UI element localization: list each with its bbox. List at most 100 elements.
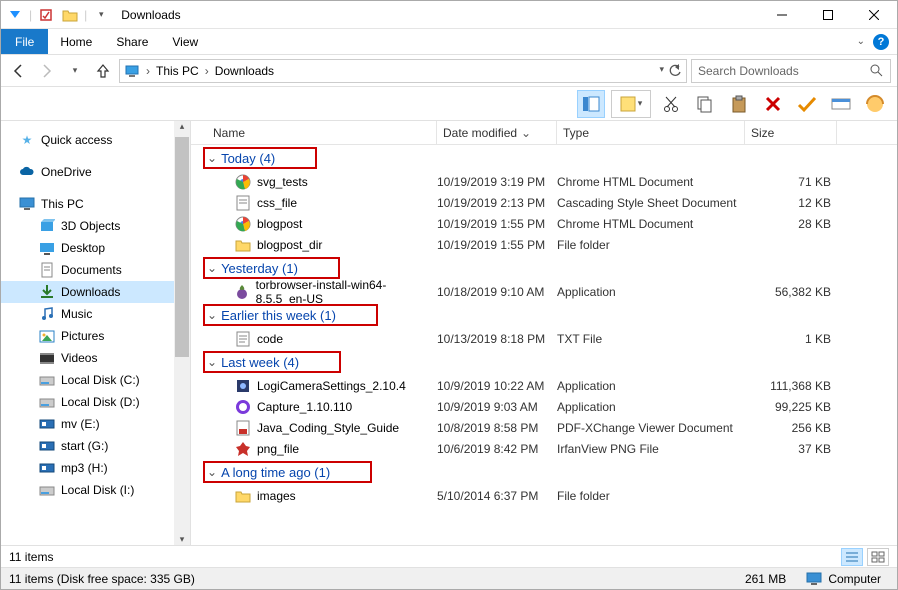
file-row[interactable]: images5/10/2014 6:37 PMFile folder [191, 485, 897, 506]
file-icon [235, 399, 251, 415]
scrollbar-thumb[interactable] [175, 137, 189, 357]
properties-icon[interactable] [827, 90, 855, 118]
file-row[interactable]: css_file10/19/2019 2:13 PMCascading Styl… [191, 192, 897, 213]
file-name: svg_tests [257, 175, 308, 189]
column-type[interactable]: Type [557, 121, 745, 144]
sidebar-item[interactable]: Documents [1, 259, 190, 281]
file-icon [235, 216, 251, 232]
sidebar-item[interactable]: start (G:) [1, 435, 190, 457]
search-icon[interactable] [870, 64, 884, 78]
breadcrumb-sep-icon-2[interactable] [203, 64, 211, 78]
minimize-button[interactable] [759, 1, 805, 29]
file-icon [235, 284, 250, 300]
nav-recent-button[interactable]: ▾ [63, 59, 87, 83]
sidebar-item[interactable]: Local Disk (C:) [1, 369, 190, 391]
tree-item-icon [39, 328, 55, 344]
file-type: Application [557, 285, 745, 299]
group-header[interactable]: ⌄Yesterday (1) [203, 257, 340, 279]
tree-item-label: Desktop [61, 241, 105, 255]
group-header[interactable]: ⌄Today (4) [203, 147, 317, 169]
tree-item-label: Local Disk (I:) [61, 483, 134, 497]
column-name[interactable]: Name [207, 121, 437, 144]
column-size[interactable]: Size [745, 121, 837, 144]
file-size: 37 KB [745, 442, 837, 456]
tree-item-label: mv (E:) [61, 417, 100, 431]
nav-back-button[interactable] [7, 59, 31, 83]
file-rows-container[interactable]: ⌄Today (4)svg_tests10/19/2019 3:19 PMChr… [191, 145, 897, 545]
tab-home[interactable]: Home [48, 29, 104, 54]
address-bar-pc-icon [124, 64, 140, 78]
qat-customize-icon[interactable]: ▾ [91, 5, 111, 25]
address-dropdown-icon[interactable]: ▾ [659, 64, 664, 78]
delete-icon[interactable] [759, 90, 787, 118]
copy-icon[interactable] [691, 90, 719, 118]
sidebar-item[interactable]: Music [1, 303, 190, 325]
navigation-tree[interactable]: ▴ ▾ ★ Quick access OneDrive This PC 3D O… [1, 121, 191, 545]
tree-quick-access[interactable]: ★ Quick access [1, 129, 190, 151]
sidebar-item[interactable]: Local Disk (D:) [1, 391, 190, 413]
group-header[interactable]: ⌄A long time ago (1) [203, 461, 372, 483]
column-date[interactable]: Date modified⌄ [437, 121, 557, 144]
file-row[interactable]: svg_tests10/19/2019 3:19 PMChrome HTML D… [191, 171, 897, 192]
sidebar-scrollbar[interactable]: ▴ ▾ [174, 121, 190, 545]
tab-share[interactable]: Share [104, 29, 160, 54]
sidebar-item[interactable]: Local Disk (I:) [1, 479, 190, 501]
sidebar-item[interactable]: Desktop [1, 237, 190, 259]
file-type: Cascading Style Sheet Document [557, 196, 745, 210]
search-input[interactable]: Search Downloads [691, 59, 891, 83]
cut-icon[interactable] [657, 90, 685, 118]
file-name: blogpost_dir [257, 238, 322, 252]
breadcrumb-sep-icon[interactable] [144, 64, 152, 78]
file-row[interactable]: Java_Coding_Style_Guide10/8/2019 8:58 PM… [191, 417, 897, 438]
group-header[interactable]: ⌄Last week (4) [203, 351, 341, 373]
navigation-bar: ▾ This PC Downloads ▾ Search Downloads [1, 55, 897, 87]
file-row[interactable]: code10/13/2019 8:18 PMTXT File1 KB [191, 328, 897, 349]
file-row[interactable]: png_file10/6/2019 8:42 PMIrfanView PNG F… [191, 438, 897, 459]
qat-folder-icon[interactable] [60, 5, 80, 25]
paste-icon[interactable] [725, 90, 753, 118]
tree-this-pc[interactable]: This PC [1, 193, 190, 215]
nav-forward-button[interactable] [35, 59, 59, 83]
help-icon[interactable]: ? [873, 34, 889, 50]
file-row[interactable]: Capture_1.10.11010/9/2019 9:03 AMApplica… [191, 396, 897, 417]
tree-item-label: Downloads [61, 285, 120, 299]
view-thumbnails-button[interactable] [867, 548, 889, 566]
breadcrumb-this-pc[interactable]: This PC [156, 64, 199, 78]
file-date: 10/6/2019 8:42 PM [437, 442, 557, 456]
ribbon-expand-icon[interactable]: ⌄ [857, 36, 865, 47]
sidebar-item[interactable]: mp3 (H:) [1, 457, 190, 479]
breadcrumb-downloads[interactable]: Downloads [215, 64, 274, 78]
file-date: 10/19/2019 3:19 PM [437, 175, 557, 189]
view-details-button[interactable] [841, 548, 863, 566]
file-size: 256 KB [745, 421, 837, 435]
sidebar-item[interactable]: 3D Objects [1, 215, 190, 237]
view-mode-button[interactable] [577, 90, 605, 118]
group-label: Yesterday (1) [221, 261, 298, 276]
refresh-icon[interactable] [668, 64, 682, 78]
tree-onedrive[interactable]: OneDrive [1, 161, 190, 183]
check-icon[interactable] [793, 90, 821, 118]
sidebar-item[interactable]: mv (E:) [1, 413, 190, 435]
file-type: TXT File [557, 332, 745, 346]
sidebar-item[interactable]: Videos [1, 347, 190, 369]
tab-view[interactable]: View [160, 29, 210, 54]
sidebar-item[interactable]: Downloads [1, 281, 190, 303]
file-size: 71 KB [745, 175, 837, 189]
shell-icon[interactable] [861, 90, 889, 118]
file-name: blogpost [257, 217, 302, 231]
address-bar[interactable]: This PC Downloads ▾ [119, 59, 687, 83]
qat-down-arrow-icon[interactable] [5, 5, 25, 25]
file-row[interactable]: LogiCameraSettings_2.10.410/9/2019 10:22… [191, 375, 897, 396]
tree-item-label: Documents [61, 263, 122, 277]
file-row[interactable]: blogpost10/19/2019 1:55 PMChrome HTML Do… [191, 213, 897, 234]
maximize-button[interactable] [805, 1, 851, 29]
view-options-button[interactable]: ▾ [611, 90, 651, 118]
file-row[interactable]: blogpost_dir10/19/2019 1:55 PMFile folde… [191, 234, 897, 255]
sidebar-item[interactable]: Pictures [1, 325, 190, 347]
close-button[interactable] [851, 1, 897, 29]
group-header[interactable]: ⌄Earlier this week (1) [203, 304, 378, 326]
tab-file[interactable]: File [1, 29, 48, 54]
nav-up-button[interactable] [91, 59, 115, 83]
qat-properties-icon[interactable] [36, 5, 56, 25]
file-row[interactable]: torbrowser-install-win64-8.5.5_en-US10/1… [191, 281, 897, 302]
